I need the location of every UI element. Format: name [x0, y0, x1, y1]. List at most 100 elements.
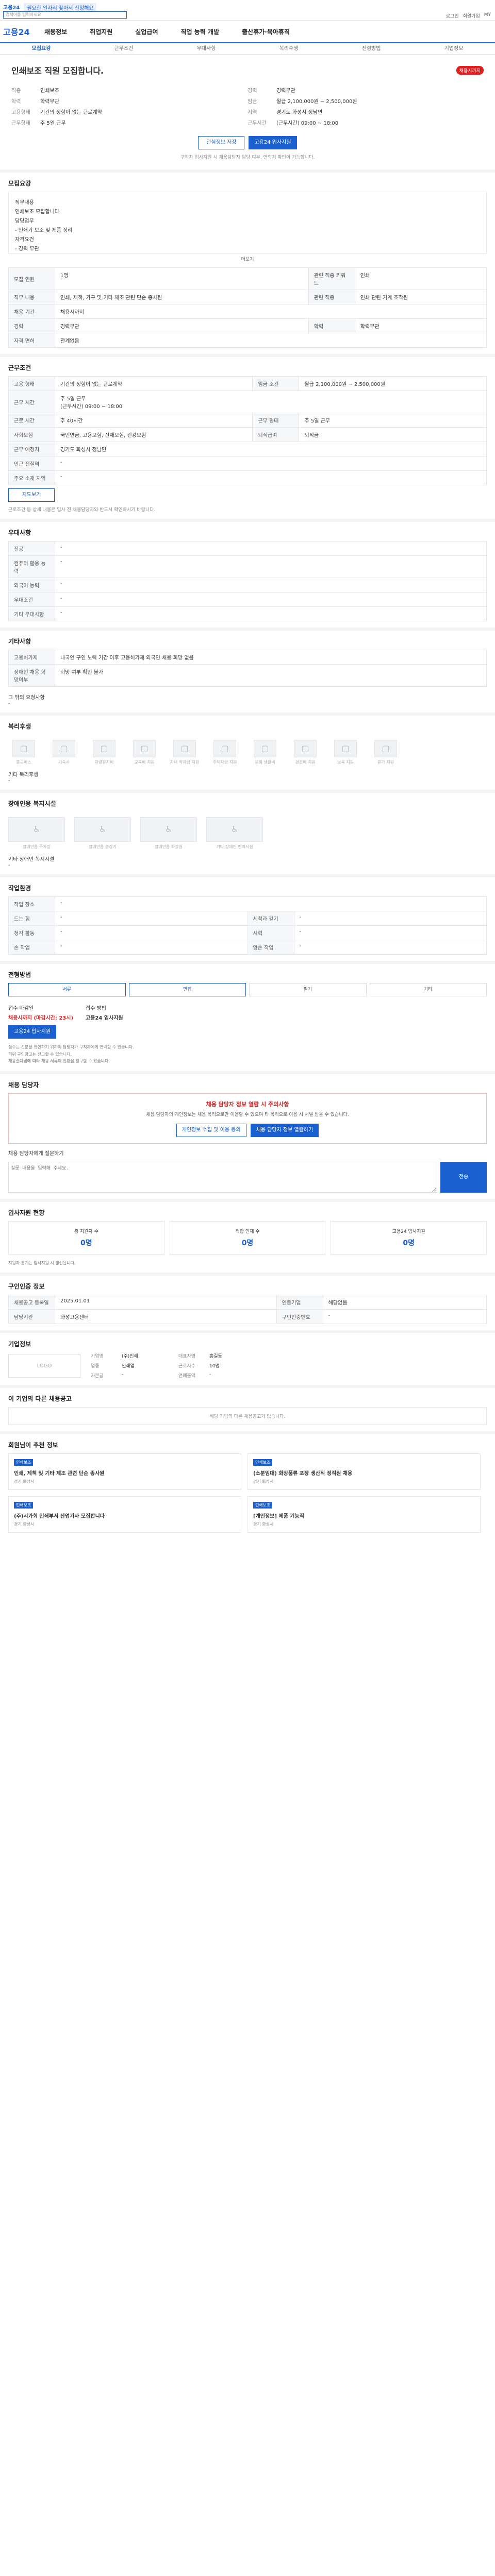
preference-section: 우대사항 전공 - 컴퓨터 활용 능력 - 외국어 능력 - 우대조건 - 기타 우대사항 -	[0, 522, 495, 631]
row-label: 인근 전철역	[8, 456, 55, 471]
join-link[interactable]: 회원가입	[463, 12, 480, 19]
step-interview: 면접	[128, 983, 246, 996]
section-title: 기타사항	[8, 638, 31, 645]
disability-other-value: -	[8, 862, 10, 868]
method-section: 전형방법 서류 면접 필기 기타 접수 마감일 채용시까지 (마감시간: 23시) 접수…	[0, 964, 495, 1074]
row-value: 채용시까지	[55, 304, 487, 319]
stats-section: 입사지원 현황 총 지원자 수 0명 적합 인재 수 0명 고용24 입사지원 0명 지원…	[0, 1202, 495, 1276]
send-button[interactable]: 전송	[440, 1161, 487, 1193]
more-button[interactable]: 더보기	[8, 256, 487, 262]
table-row: 모집 인원 1명 관련 직종 키워드 인쇄	[8, 267, 487, 290]
other-jobs-section: 이 기업의 다른 채용공고 해당 기업의 다른 채용공고가 없습니다.	[0, 1388, 495, 1435]
tab-condition[interactable]: 근무조건	[82, 43, 165, 54]
section-title: 우대사항	[8, 529, 31, 536]
table-row: 근로 시간 주 40시간 근무 형태 주 5일 근무	[8, 413, 487, 428]
recommend-card[interactable]: 인쇄보조 인쇄, 제책 및 기타 제조 관련 단순 종사원 경기 화성시	[8, 1453, 241, 1490]
card-title[interactable]: (주)시가회 인쇄부서 산업기사 모집합니다	[14, 1512, 236, 1519]
row-value: 주 40시간	[54, 413, 253, 428]
benefit-icon: ▢	[93, 740, 116, 757]
row-value: 인쇄, 제책, 가구 및 기타 제조 관련 단순 종사원	[55, 290, 309, 304]
method-notes: 접수는 신분을 확인하기 위하여 담당자가 구직자에게 연락할 수 있습니다. 허…	[8, 1044, 487, 1065]
company-value: 인쇄업	[122, 1364, 135, 1369]
stat-box: 적합 인재 수 0명	[169, 1221, 326, 1255]
row-label: 컴퓨터 활용 능력	[8, 555, 55, 578]
note-item: 허위 구인광고는 신고할 수 있습니다.	[8, 1052, 72, 1057]
save-button[interactable]: 관심정보 저장	[198, 136, 245, 149]
recommend-card[interactable]: 인쇄보조 (소분임대) 화장품류 포장 생산직 정직원 채용 경기 화성시	[248, 1453, 481, 1490]
row-value: -	[322, 1309, 487, 1325]
site-logo[interactable]: 고용24	[3, 25, 44, 38]
table-row: 주요 소재 지역 -	[8, 470, 487, 485]
login-link[interactable]: 로그인	[446, 12, 459, 19]
work-env-table: 작업 장소 - 드는 힘 - 세척과 걷기 - 청각 활동 - 시력 - 손 작업 - 양손 작업 -	[8, 896, 487, 955]
question-input[interactable]	[8, 1161, 437, 1193]
nav-training[interactable]: 직업 능력 개발	[181, 27, 220, 36]
nav-leave[interactable]: 출산휴가·육아휴직	[242, 27, 290, 36]
card-tag: 인쇄보조	[253, 1502, 273, 1509]
recruit-section: 모집요강 직무내용 인쇄보조 모집합니다. 담당업무 - 인쇄기 보조 및 제품…	[0, 173, 495, 357]
consent-button[interactable]: 개인정보 수집 및 이용 동의	[176, 1123, 246, 1137]
table-row: 기타 우대사항 -	[8, 606, 487, 621]
recruit-table: 모집 인원 1명 관련 직종 키워드 인쇄 직무 내용 인쇄, 제책, 가구 및 기타 제…	[8, 267, 487, 348]
row-value: -	[293, 925, 487, 940]
deadline-badge: 채용시까지	[456, 65, 484, 75]
welfare-label: 문화 생활비	[255, 760, 275, 765]
notice-banner[interactable]: 필요한 일자리 찾아서 신청해요	[24, 3, 97, 12]
table-row: 자격 면허 관계없음	[8, 333, 487, 348]
card-title[interactable]: (소분임대) 화장품류 포장 생산직 정직원 채용	[253, 1469, 475, 1477]
field-value: 기간의 정함이 없는 근로계약	[40, 110, 102, 115]
view-contact-button[interactable]: 채용 담당자 정보 열람하기	[250, 1123, 319, 1137]
card-title[interactable]: [개인정보] 제품 기능직	[253, 1512, 475, 1519]
recommend-card[interactable]: 인쇄보조 (주)시가회 인쇄부서 산업기사 모집합니다 경기 화성시	[8, 1496, 241, 1533]
table-row: 고용 형태 기간의 정함이 없는 근로계약 임금 조건 월급 2,100,000원 ~…	[8, 376, 487, 391]
field-value: 주 5일 근무	[40, 121, 66, 126]
row-value: -	[55, 911, 248, 926]
row-value: -	[55, 578, 487, 592]
table-row: 담당기관 화성고용센터 구인인증번호 -	[8, 1309, 487, 1325]
tab-company[interactable]: 기업정보	[412, 43, 495, 54]
field-label: 근무시간	[248, 121, 267, 126]
tab-recruit[interactable]: 모집요강	[0, 43, 82, 54]
field-label: 고용형태	[11, 110, 30, 115]
facility-icon: ♿	[206, 817, 263, 842]
deadline-value: 채용시까지 (마감시간: 23시)	[8, 1015, 74, 1021]
top-bar: 고용24 필요한 일자리 찾아서 신청해요 검색어를 입력하세요 로그인 회원가입 M…	[0, 0, 495, 21]
step-document: 서류	[8, 983, 126, 996]
apply-button[interactable]: 고용24 입사지원	[249, 136, 297, 149]
row-value: 주 5일 근무 (근무시간) 09:00 ~ 18:00	[55, 391, 487, 413]
row-value: -	[55, 896, 487, 911]
row-label: 관련 직종 키워드	[308, 267, 355, 290]
recommend-card[interactable]: 인쇄보조 [개인정보] 제품 기능직경기 화성시	[248, 1496, 481, 1533]
tab-method[interactable]: 전형방법	[330, 43, 412, 54]
my-link[interactable]: MY	[484, 12, 491, 19]
map-button[interactable]: 지도보기	[8, 488, 55, 502]
nav-jobs[interactable]: 채용정보	[44, 27, 67, 36]
tab-welfare[interactable]: 복리후생	[248, 43, 330, 54]
welfare-item: ▢ 통근버스	[8, 740, 39, 765]
benefit-icon: ▢	[374, 740, 397, 757]
info-table: 채용공고 등록일 2025.01.01 인증기업 해당없음 담당기관 화성고용센터 구인인증…	[8, 1295, 487, 1325]
brand-name: 고용24	[3, 5, 20, 11]
welfare-label: 통근버스	[16, 760, 31, 765]
deadline-label: 접수 마감일	[8, 1006, 34, 1011]
field-label: 근무형태	[11, 121, 30, 126]
section-title: 작업환경	[8, 885, 31, 892]
nav-benefit[interactable]: 실업급여	[135, 27, 158, 36]
field-value: 월급 2,100,000원 ~ 2,500,000원	[276, 99, 357, 105]
welfare-item: ▢ 문화 생활비	[250, 740, 280, 765]
company-value: (주)인쇄	[122, 1354, 138, 1360]
method-apply-button[interactable]: 고용24 입사지원	[8, 1025, 57, 1039]
nav-support[interactable]: 취업지원	[90, 27, 112, 36]
search-input[interactable]: 검색어를 입력하세요	[3, 11, 127, 19]
card-location: 경기 화성시	[253, 1522, 274, 1527]
section-title: 채용 담당자	[8, 1081, 39, 1089]
row-label: 기타 우대사항	[8, 606, 55, 621]
row-label: 경력	[8, 318, 55, 333]
card-title[interactable]: 인쇄, 제책 및 기타 제조 관련 단순 종사원	[14, 1469, 236, 1477]
row-label: 주요 소재 지역	[8, 470, 55, 485]
tab-preference[interactable]: 우대사항	[165, 43, 248, 54]
row-value: 인쇄	[354, 267, 487, 290]
table-row: 컴퓨터 활용 능력 -	[8, 555, 487, 578]
facility-icon: ♿	[140, 817, 197, 842]
apply-info: 접수 마감일 채용시까지 (마감시간: 23시) 접수 방법 고용24 입사지원	[8, 1004, 487, 1021]
